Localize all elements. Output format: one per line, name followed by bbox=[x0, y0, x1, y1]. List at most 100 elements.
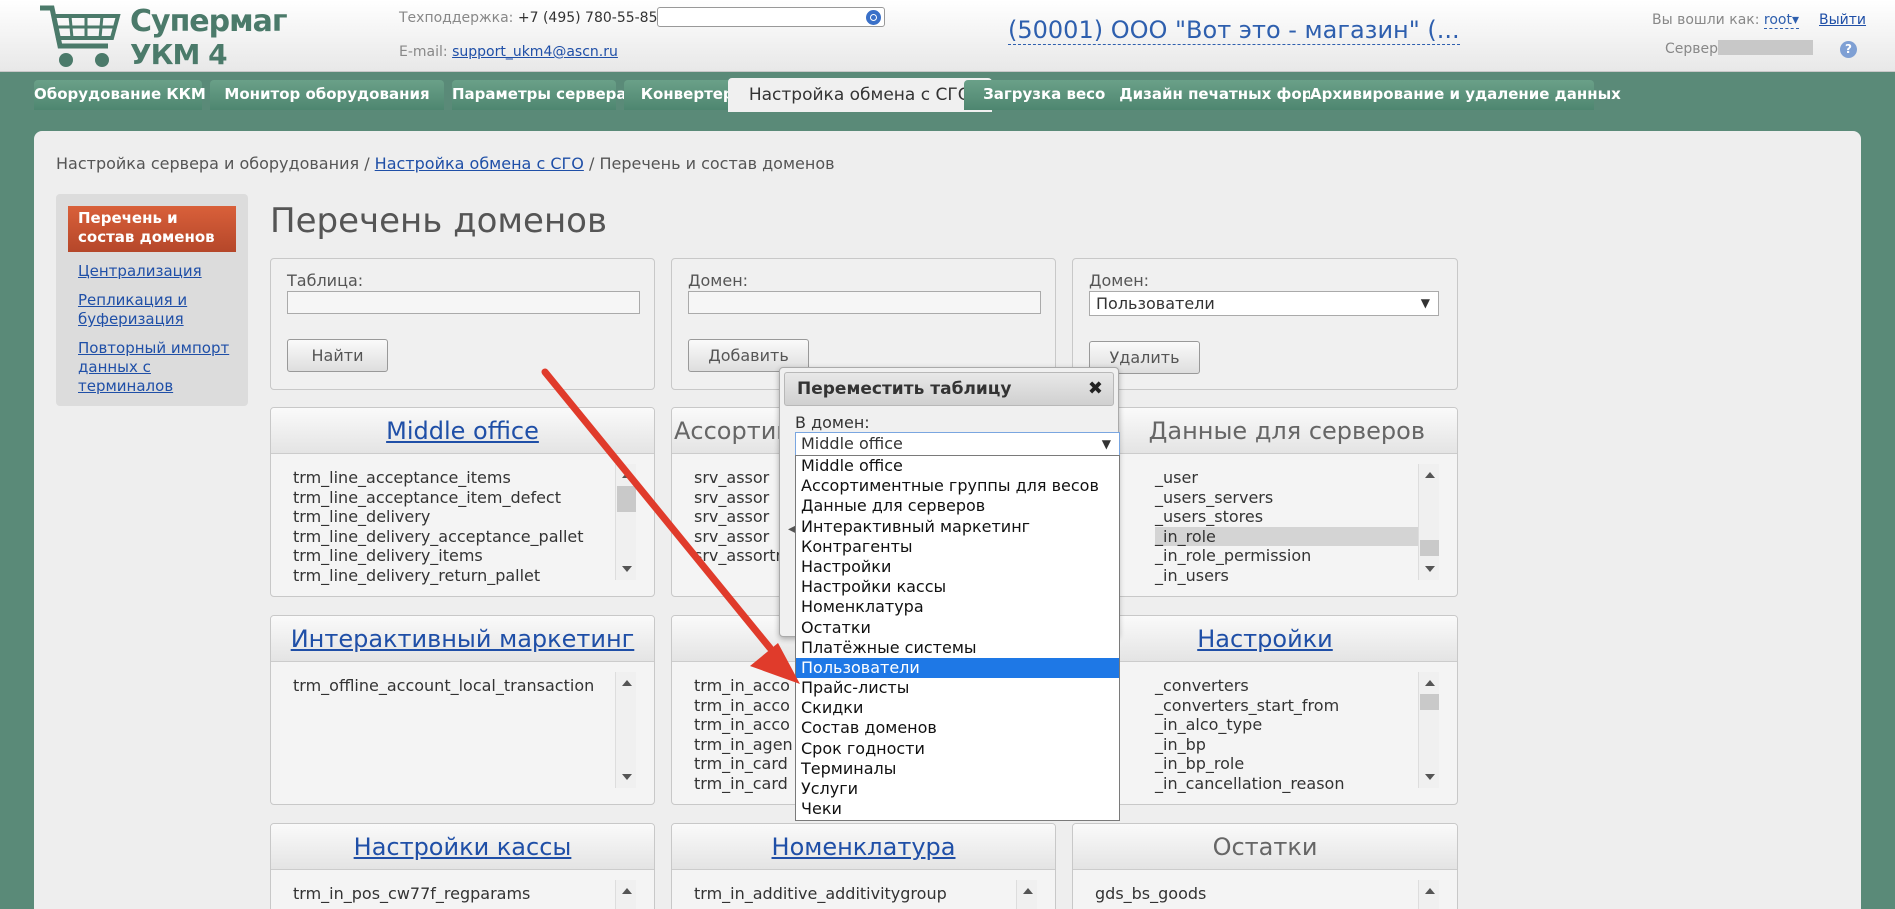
list-item[interactable]: trm_line_acceptance_item_defect bbox=[293, 488, 584, 508]
list-item[interactable]: _in_users bbox=[1155, 566, 1435, 586]
option-servers-data[interactable]: Данные для серверов bbox=[796, 496, 1119, 516]
option-users-highlighted[interactable]: Пользователи bbox=[796, 657, 1119, 679]
scroll-up-icon[interactable] bbox=[622, 680, 632, 686]
list-item[interactable]: trm_in_additive_additivitygroup bbox=[694, 884, 947, 904]
side-link-reimport[interactable]: Повторный импорт данных с терминалов bbox=[78, 339, 236, 396]
scroll-thumb[interactable] bbox=[617, 486, 636, 512]
scrollbar[interactable] bbox=[615, 672, 636, 788]
list-item[interactable]: trm_line_delivery_items bbox=[293, 546, 584, 566]
support-email-link[interactable]: support_ukm4@ascn.ru bbox=[452, 44, 618, 60]
search-icon[interactable] bbox=[866, 10, 881, 25]
list-item[interactable]: srv_assor bbox=[694, 488, 791, 508]
list-item[interactable]: trm_offline_account_local_transaction bbox=[293, 676, 594, 696]
option-shelf-life[interactable]: Срок годности bbox=[796, 739, 1119, 759]
scrollbar[interactable] bbox=[615, 880, 636, 909]
help-icon[interactable]: ? bbox=[1840, 41, 1857, 58]
list-item[interactable]: _in_cancellation_reason bbox=[1155, 774, 1344, 794]
close-icon[interactable]: ✖ bbox=[1088, 373, 1103, 405]
scroll-up-icon[interactable] bbox=[1425, 680, 1435, 686]
scrollbar[interactable] bbox=[615, 464, 636, 580]
list-item[interactable]: _in_bp_role bbox=[1155, 754, 1344, 774]
breadcrumb-sgo-link[interactable]: Настройка обмена с СГО bbox=[375, 154, 584, 173]
scroll-up-icon[interactable] bbox=[1023, 888, 1033, 894]
list-item[interactable]: _users_stores bbox=[1155, 507, 1435, 527]
search-input[interactable] bbox=[657, 7, 885, 27]
domain-title-link[interactable]: Номенклатура bbox=[772, 833, 956, 861]
option-terminals[interactable]: Терминалы bbox=[796, 759, 1119, 779]
option-assort-groups[interactable]: Ассортиментные группы для весов bbox=[796, 476, 1119, 496]
side-link-replication[interactable]: Репликация и буферизация bbox=[78, 291, 236, 329]
list-item[interactable]: trm_line_delivery_acceptance_pallet bbox=[293, 527, 584, 547]
target-domain-select[interactable]: Middle office ▼ bbox=[795, 432, 1120, 456]
domain-select[interactable]: Пользователи ▼ bbox=[1089, 291, 1439, 316]
domain-title-link[interactable]: Настройки кассы bbox=[354, 833, 572, 861]
list-item[interactable]: _user bbox=[1155, 468, 1435, 488]
domain-title-link[interactable]: Настройки bbox=[1197, 625, 1333, 653]
scrollbar[interactable] bbox=[1418, 464, 1439, 580]
option-settings[interactable]: Настройки bbox=[796, 557, 1119, 577]
list-item[interactable]: srv_assor bbox=[694, 468, 791, 488]
scroll-up-icon[interactable] bbox=[1425, 888, 1435, 894]
tab-sgo-exchange[interactable]: Настройка обмена с СГО bbox=[728, 78, 992, 112]
option-interactive[interactable]: Интерактивный маркетинг bbox=[796, 517, 1119, 537]
option-price-lists[interactable]: Прайс-листы bbox=[796, 678, 1119, 698]
list-item[interactable]: _in_bp bbox=[1155, 735, 1344, 755]
option-domain-composition[interactable]: Состав доменов bbox=[796, 718, 1119, 738]
side-link-centralization[interactable]: Централизация bbox=[78, 262, 236, 281]
shop-selector[interactable]: (50001) ООО "Вот это - магазин" (... bbox=[1008, 16, 1460, 45]
list-item[interactable]: gds_bs_goods bbox=[1095, 884, 1206, 904]
list-item[interactable]: srv_assortm bbox=[694, 546, 791, 566]
option-counterparties[interactable]: Контрагенты bbox=[796, 537, 1119, 557]
list-item[interactable]: trm_in_acco bbox=[694, 696, 793, 716]
list-item[interactable]: _converters bbox=[1155, 676, 1344, 696]
list-item[interactable]: trm_line_acceptance_items bbox=[293, 468, 584, 488]
option-middle-office[interactable]: Middle office bbox=[796, 456, 1119, 476]
scroll-down-icon[interactable] bbox=[622, 566, 632, 572]
side-menu-active-item[interactable]: Перечень и состав доменов bbox=[68, 206, 236, 252]
tab-server-params[interactable]: Параметры сервера bbox=[452, 80, 627, 110]
tab-kkm-equipment[interactable]: Оборудование ККМ bbox=[34, 80, 206, 110]
scrollbar[interactable] bbox=[1016, 880, 1037, 909]
find-button[interactable]: Найти bbox=[287, 339, 388, 372]
scroll-thumb[interactable] bbox=[1420, 694, 1439, 710]
tab-archiving[interactable]: Архивирование и удаление данных bbox=[1310, 80, 1621, 110]
list-item[interactable]: trm_line_delivery bbox=[293, 507, 584, 527]
scrollbar[interactable] bbox=[1418, 672, 1439, 788]
list-item[interactable]: srv_assor bbox=[694, 507, 791, 527]
option-payment-systems[interactable]: Платёжные системы bbox=[796, 638, 1119, 658]
list-item[interactable]: _in_role_permission bbox=[1155, 546, 1435, 566]
scroll-up-icon[interactable] bbox=[622, 888, 632, 894]
scroll-down-icon[interactable] bbox=[1425, 566, 1435, 572]
logo[interactable]: Супермаг УКМ 4 bbox=[38, 0, 288, 72]
scroll-thumb[interactable] bbox=[1420, 540, 1439, 556]
list-item[interactable]: trm_in_pos_cw77f_regparams bbox=[293, 884, 530, 904]
tab-print-forms[interactable]: Дизайн печатных форм bbox=[1106, 80, 1338, 110]
list-item[interactable]: srv_assor bbox=[694, 527, 791, 547]
list-item[interactable]: trm_in_agen bbox=[694, 735, 793, 755]
list-item[interactable]: trm_line_delivery_return_pallet bbox=[293, 566, 584, 586]
option-discounts[interactable]: Скидки bbox=[796, 698, 1119, 718]
tab-equipment-monitor[interactable]: Монитор оборудования bbox=[210, 80, 444, 110]
list-item[interactable]: _converters_start_from bbox=[1155, 696, 1344, 716]
scroll-down-icon[interactable] bbox=[1425, 774, 1435, 780]
option-remains[interactable]: Остатки bbox=[796, 618, 1119, 638]
option-nomenclature[interactable]: Номенклатура bbox=[796, 597, 1119, 617]
list-item-selected[interactable]: _in_role bbox=[1155, 526, 1435, 547]
dialog-title-bar[interactable]: Переместить таблицу ✖ bbox=[784, 372, 1114, 406]
list-item[interactable]: trm_in_card bbox=[694, 754, 793, 774]
domain-title-link[interactable]: Интерактивный маркетинг bbox=[291, 625, 635, 653]
user-menu[interactable]: root▾ bbox=[1763, 12, 1800, 29]
logout-link[interactable]: Выйти bbox=[1819, 12, 1866, 28]
scrollbar[interactable] bbox=[1418, 880, 1439, 909]
scroll-up-icon[interactable] bbox=[1425, 472, 1435, 478]
option-receipts[interactable]: Чеки bbox=[796, 799, 1119, 819]
list-item[interactable]: _users_servers bbox=[1155, 488, 1435, 508]
domain-title-link[interactable]: Middle office bbox=[386, 417, 539, 445]
option-services[interactable]: Услуги bbox=[796, 779, 1119, 799]
list-item[interactable]: _in_alco_type bbox=[1155, 715, 1344, 735]
table-input[interactable] bbox=[287, 291, 640, 314]
list-item[interactable]: trm_in_acco bbox=[694, 715, 793, 735]
list-item[interactable]: trm_in_acco bbox=[694, 676, 793, 696]
list-item[interactable]: trm_in_card bbox=[694, 774, 793, 794]
option-pos-settings[interactable]: Настройки кассы bbox=[796, 577, 1119, 597]
